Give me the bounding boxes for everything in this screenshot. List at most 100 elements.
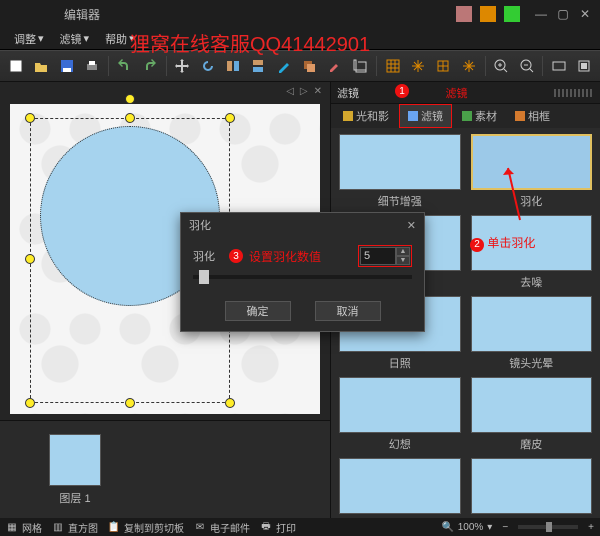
layers-panel: 图层 1: [0, 420, 330, 518]
filter-label: 选择性聚焦: [339, 517, 461, 518]
feather-dialog: 羽化 ✕ 羽化 3 设置羽化数值 ▲ ▼ 确定 取消: [180, 212, 425, 332]
menu-adjust[interactable]: 调整▾: [6, 31, 52, 47]
layer-label: 图层 1: [40, 490, 110, 506]
panel-title: 滤镜: [337, 85, 446, 101]
orange-box-icon[interactable]: [478, 4, 498, 24]
filter-item[interactable]: 选择性聚焦: [339, 458, 461, 518]
tab-light[interactable]: 光和影: [335, 105, 397, 127]
layer-item[interactable]: 图层 1: [40, 434, 110, 506]
filter-item[interactable]: 高斯模糊: [471, 458, 593, 518]
filter-item[interactable]: 去噪: [471, 215, 593, 290]
window-title: 编辑器: [64, 6, 100, 23]
handle-rotate[interactable]: [125, 94, 135, 104]
filter-item[interactable]: 镜头光晕: [471, 296, 593, 371]
filter-thumb: [471, 458, 593, 514]
filter-thumb: [339, 458, 461, 514]
filter-thumb: [471, 215, 593, 271]
panel-header: 滤镜 滤镜: [331, 82, 600, 104]
filter-item[interactable]: 细节增强: [339, 134, 461, 209]
clone-icon[interactable]: [298, 54, 321, 78]
zoom-out-btn[interactable]: −: [502, 522, 508, 533]
palette-icon[interactable]: [454, 4, 474, 24]
spin-up-icon[interactable]: ▲: [396, 247, 410, 256]
panel-annot1: 滤镜: [446, 85, 555, 101]
status-print[interactable]: 🖶打印: [260, 520, 296, 535]
filter-thumb: [339, 377, 461, 433]
pen-icon[interactable]: [272, 54, 295, 78]
crop-icon[interactable]: [348, 54, 371, 78]
filter-label: 细节增强: [339, 193, 461, 209]
filter-thumb: [471, 134, 593, 190]
zoom-slider[interactable]: [518, 525, 578, 529]
handle-ml[interactable]: [25, 254, 35, 264]
nav-next-icon[interactable]: ▷: [300, 86, 308, 97]
dialog-close-icon[interactable]: ✕: [407, 219, 416, 232]
status-histogram[interactable]: ▥直方图: [52, 520, 98, 535]
status-clipboard[interactable]: 📋复制到剪切板: [108, 520, 184, 535]
filter-label: 幻想: [339, 436, 461, 452]
spin-down-icon[interactable]: ▼: [396, 256, 410, 265]
slider-thumb[interactable]: [199, 270, 209, 284]
maximize-button[interactable]: ▢: [552, 4, 574, 24]
handle-bm[interactable]: [125, 398, 135, 408]
nav-prev-icon[interactable]: ◁: [286, 86, 294, 97]
rotate-icon[interactable]: [196, 54, 219, 78]
layer-thumbnail: [49, 434, 101, 486]
print-icon[interactable]: [80, 54, 103, 78]
grid-2-icon[interactable]: [406, 54, 429, 78]
filter-item[interactable]: 羽化: [471, 134, 593, 209]
tab-filter[interactable]: 滤镜: [399, 104, 452, 128]
filter-label: 去噪: [471, 274, 593, 290]
panel-grip-icon[interactable]: [554, 89, 594, 97]
toolbar: [0, 50, 600, 82]
undo-icon[interactable]: [113, 54, 136, 78]
nav-close-icon[interactable]: ✕: [314, 86, 322, 97]
handle-tl[interactable]: [25, 113, 35, 123]
handle-tr[interactable]: [225, 113, 235, 123]
handle-tm[interactable]: [125, 113, 135, 123]
filter-label: 磨皮: [471, 436, 593, 452]
new-icon[interactable]: [4, 54, 27, 78]
fit-icon[interactable]: [547, 54, 570, 78]
flip-h-icon[interactable]: [221, 54, 244, 78]
handle-bl[interactable]: [25, 398, 35, 408]
redo-icon[interactable]: [138, 54, 161, 78]
filter-item[interactable]: 磨皮: [471, 377, 593, 452]
move-icon[interactable]: [170, 54, 193, 78]
status-mail[interactable]: ✉电子邮件: [194, 520, 250, 535]
menubar: 调整▾ 滤镜▾ 帮助▾: [0, 28, 600, 50]
minimize-button[interactable]: —: [530, 4, 552, 24]
filter-thumb: [339, 134, 461, 190]
brush-icon[interactable]: [323, 54, 346, 78]
dialog-field-label: 羽化: [193, 248, 223, 264]
grid-4-icon[interactable]: [457, 54, 480, 78]
status-zoom: 🔍100%▾: [442, 521, 493, 533]
close-button[interactable]: ✕: [574, 4, 596, 24]
green-box-icon[interactable]: [502, 4, 522, 24]
panel-tabs: 光和影 滤镜 素材 相框: [331, 104, 600, 128]
status-grid[interactable]: ▦网格: [6, 520, 42, 535]
grid-1-icon[interactable]: [381, 54, 404, 78]
zoom-in-btn[interactable]: +: [588, 522, 594, 533]
actual-icon[interactable]: [573, 54, 596, 78]
menu-help[interactable]: 帮助▾: [97, 31, 143, 47]
flip-v-icon[interactable]: [247, 54, 270, 78]
open-icon[interactable]: [29, 54, 52, 78]
tab-frame[interactable]: 相框: [507, 105, 558, 127]
handle-br[interactable]: [225, 398, 235, 408]
filter-label: 日照: [339, 355, 461, 371]
feather-slider[interactable]: [193, 275, 412, 279]
statusbar: ▦网格 ▥直方图 📋复制到剪切板 ✉电子邮件 🖶打印 🔍100%▾ − +: [0, 518, 600, 536]
zoom-in-icon[interactable]: [489, 54, 512, 78]
cancel-button[interactable]: 取消: [315, 301, 381, 321]
filter-label: 镜头光晕: [471, 355, 593, 371]
ok-button[interactable]: 确定: [225, 301, 291, 321]
zoom-out-icon[interactable]: [515, 54, 538, 78]
filter-item[interactable]: 幻想: [339, 377, 461, 452]
save-icon[interactable]: [55, 54, 78, 78]
menu-filter[interactable]: 滤镜▾: [52, 31, 98, 47]
feather-value-input[interactable]: [360, 247, 396, 265]
tab-material[interactable]: 素材: [454, 105, 505, 127]
grid-3-icon[interactable]: [432, 54, 455, 78]
filter-thumb: [471, 377, 593, 433]
